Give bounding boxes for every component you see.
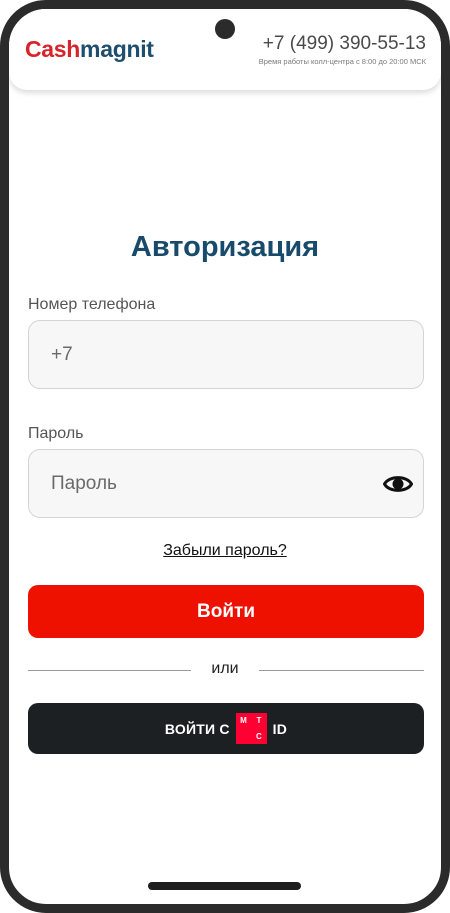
mts-button-prefix: ВОЙТИ С: [164, 720, 230, 737]
page-title: Авторизация: [130, 231, 320, 263]
camera-cutout: [215, 19, 235, 39]
mts-logo-icon: М Т С: [235, 713, 267, 745]
password-input[interactable]: [51, 450, 371, 517]
logo[interactable]: Cashmagnit: [25, 36, 154, 62]
divider-line-right: [259, 670, 424, 671]
logo-part-magnit: magnit: [80, 36, 154, 62]
home-indicator[interactable]: [148, 882, 301, 890]
phone-input[interactable]: [51, 321, 371, 388]
phone-field[interactable]: [28, 320, 424, 389]
logo-part-cash: Cash: [25, 36, 81, 62]
password-label: Пароль: [28, 425, 84, 442]
mts-logo-letter: [236, 729, 252, 745]
mts-id-login-button[interactable]: ВОЙТИ С М Т С ID: [28, 703, 424, 754]
mts-button-suffix: ID: [272, 720, 288, 737]
call-center-hours: Время работы колл-центра с 8:00 до 20:00…: [258, 57, 426, 66]
phone-frame: Cashmagnit +7 (499) 390-55-13 Время рабо…: [0, 0, 450, 913]
divider-text: или: [211, 660, 239, 677]
call-center-phone[interactable]: +7 (499) 390-55-13: [263, 33, 426, 55]
login-button[interactable]: Войти: [28, 585, 424, 638]
mts-logo-letter: С: [256, 731, 262, 741]
mts-logo-letter: М: [240, 716, 247, 726]
phone-label: Номер телефона: [28, 296, 156, 313]
eye-icon[interactable]: [383, 470, 413, 498]
mts-logo-letter: Т: [256, 716, 262, 726]
forgot-password-link[interactable]: Забыли пароль?: [9, 542, 441, 560]
password-field[interactable]: [28, 449, 424, 518]
